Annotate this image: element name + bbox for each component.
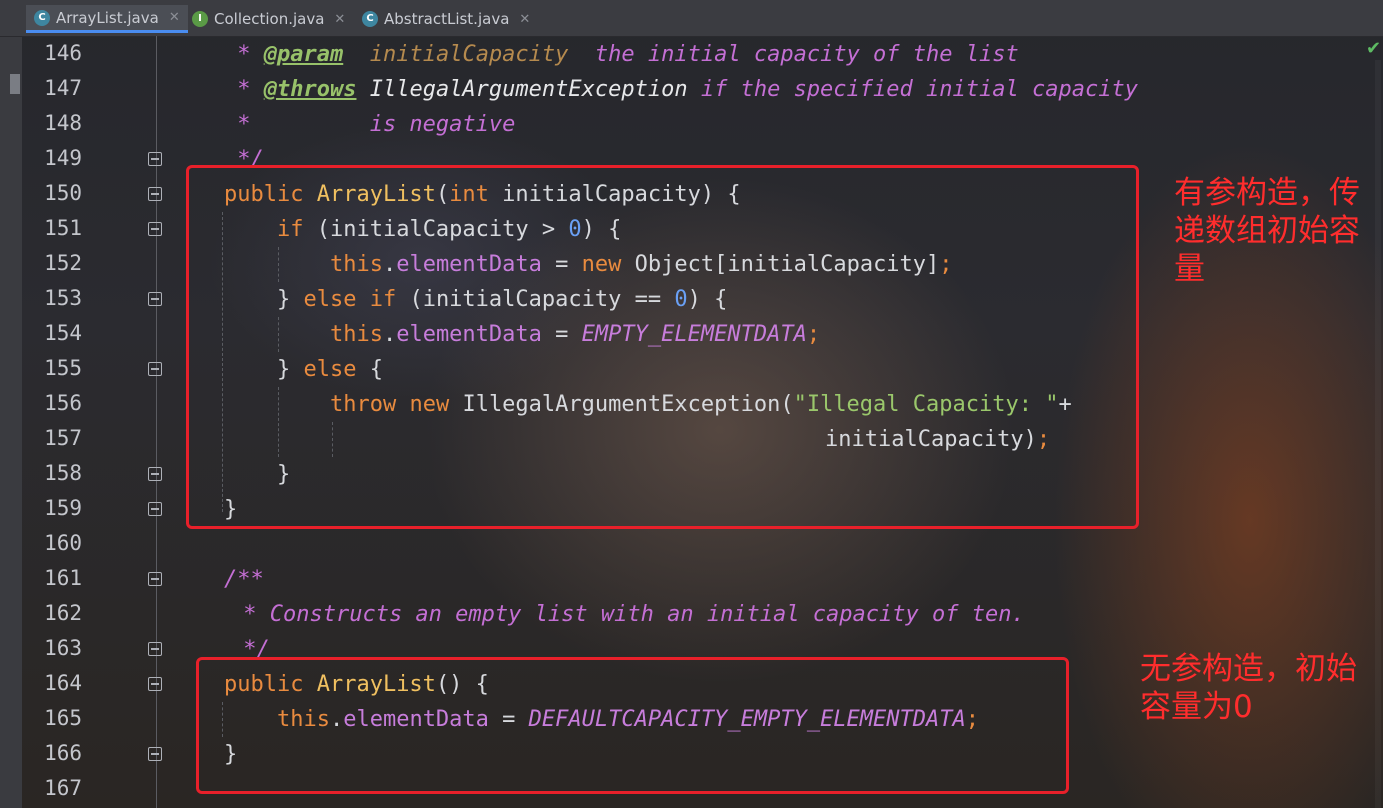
code-line-146: * @param initialCapacity the initial cap… [224,42,1019,67]
code-line-147: * @throws IllegalArgumentException if th… [224,77,1138,102]
code-line-162: * Constructs an empty list with an initi… [230,602,1025,627]
annotation-note-param-constructor: 有参构造，传 递数组初始容 量 [1174,175,1360,287]
code-line-161: /** [224,567,264,592]
annotation-box-noarg-constructor [196,657,1069,794]
code-line-148: * is negative [224,112,516,137]
javadoc-tag: @throws [263,77,357,102]
javadoc-tag: @param [263,42,344,67]
annotation-box-param-constructor [186,165,1139,529]
annotation-note-noarg-constructor: 无参构造，初始 容量为0 [1140,651,1357,725]
